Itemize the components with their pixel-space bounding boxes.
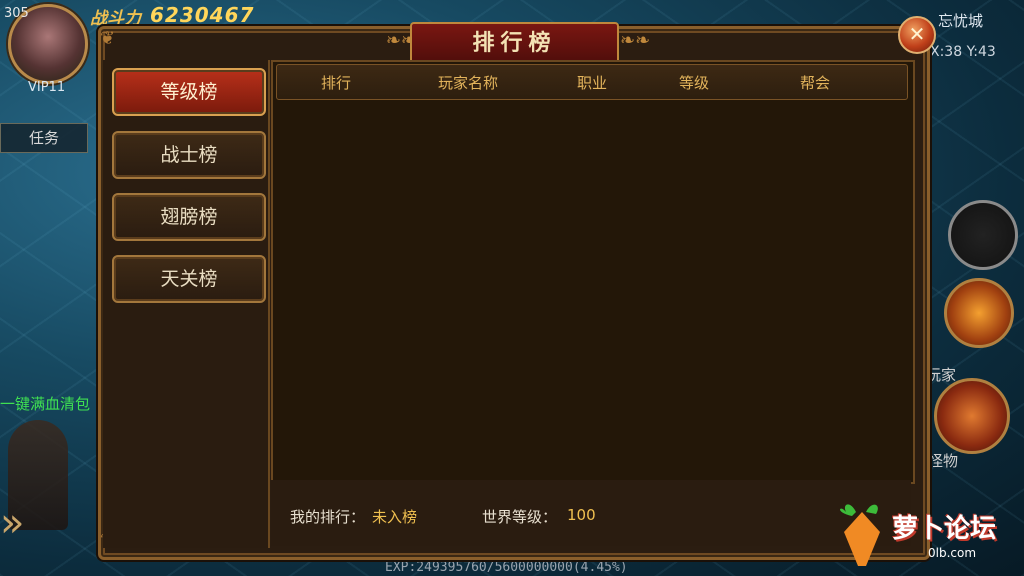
skill-slot-attack[interactable] xyxy=(944,278,1014,348)
task-tab[interactable]: 任务 xyxy=(0,123,88,153)
title-ornament-left-icon: ❧❧ xyxy=(385,30,416,51)
column-header-class: 职业 xyxy=(576,74,607,92)
map-name: 忘忧城 xyxy=(938,12,984,30)
combat-power-value: 6230467 xyxy=(150,3,255,27)
watermark-text: 萝卜论坛 xyxy=(892,514,997,544)
tab-tower-ranking[interactable]: 天关榜 xyxy=(112,255,266,303)
ranking-table xyxy=(271,60,915,484)
my-rank-value: 未入榜 xyxy=(372,508,418,526)
column-header-rank: 排行 xyxy=(320,74,351,92)
column-header-guild: 帮会 xyxy=(799,74,830,92)
column-header-level: 等级 xyxy=(678,74,709,92)
watermark-url: 0lb.com xyxy=(928,546,977,560)
expand-arrow-icon[interactable]: » xyxy=(0,488,36,558)
skill-slot-sword[interactable] xyxy=(934,378,1010,454)
world-level-value: 100 xyxy=(567,506,596,524)
my-rank-label: 我的排行： xyxy=(290,508,366,526)
column-header-player-name: 玩家名称 xyxy=(437,74,498,92)
exp-readout: EXP:249395760/5600000000(4.45%) xyxy=(385,560,628,575)
player-level: 305 xyxy=(4,6,29,21)
vip-badge[interactable]: VIP11 xyxy=(28,80,65,95)
corner-ornament-icon: ❦ xyxy=(100,28,116,49)
tab-wings-ranking[interactable]: 翅膀榜 xyxy=(112,193,266,241)
tab-warrior-ranking[interactable]: 战士榜 xyxy=(112,131,266,179)
world-level-label: 世界等级： xyxy=(482,508,558,526)
map-coordinates: X:38 Y:43 xyxy=(930,44,996,60)
skill-slot-empty[interactable] xyxy=(948,200,1018,270)
tab-level-ranking[interactable]: 等级榜 xyxy=(112,68,266,116)
auto-potion-text[interactable]: 一键满血清包 xyxy=(0,393,90,414)
target-monster-label[interactable]: 怪物 xyxy=(928,450,958,471)
title-ornament-right-icon: ❧❧ xyxy=(620,30,651,51)
target-player-label[interactable]: 玩家 xyxy=(926,364,956,385)
close-button[interactable]: ✕ xyxy=(898,16,936,54)
